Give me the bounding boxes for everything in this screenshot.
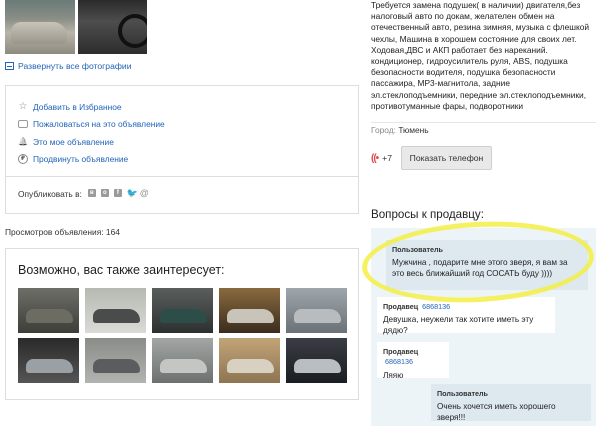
- odnoklassniki-icon[interactable]: о: [100, 189, 109, 197]
- message-text: Девушка, неужели так хотите иметь эту дя…: [383, 315, 534, 335]
- car-photo-exterior[interactable]: [5, 0, 75, 54]
- share-bar: Опубликовать в: в о f 🐦 @: [5, 176, 359, 214]
- my-listing-label: Это мое объявление: [33, 136, 114, 147]
- expand-photos-link[interactable]: Развернуть все фотографии: [5, 61, 132, 71]
- car-photo-interior[interactable]: [77, 0, 147, 54]
- flag-icon: [18, 120, 28, 129]
- message-text: Ляяю: [383, 370, 404, 380]
- phone-icon: ((•: [371, 152, 379, 164]
- similar-car-thumb[interactable]: [286, 338, 347, 383]
- promote-listing-label: Продвинуть объявление: [33, 154, 129, 165]
- listing-description: Требуется замена подушек( в наличии) дви…: [371, 0, 590, 111]
- listing-actions: Добавить в Избранное Пожаловаться на это…: [5, 85, 359, 177]
- chat-message: Пользователь Мужчина , подарите мне этог…: [386, 240, 588, 290]
- add-favorite-label: Добавить в Избранное: [33, 101, 122, 112]
- similar-car-thumb[interactable]: [286, 288, 347, 333]
- add-favorite-link[interactable]: Добавить в Избранное: [18, 98, 358, 116]
- message-author: Пользователь: [392, 245, 443, 254]
- chat-message: Продавец 6868136 Девушка, неужели так хо…: [377, 297, 555, 335]
- vk-icon[interactable]: в: [87, 189, 96, 197]
- questions-thread: Пользователь Мужчина , подарите мне этог…: [371, 228, 596, 426]
- questions-title: Вопросы к продавцу:: [371, 208, 484, 221]
- similar-car-thumb[interactable]: [85, 288, 146, 333]
- expand-photos-label: Развернуть все фотографии: [18, 61, 132, 71]
- similar-car-thumb[interactable]: [219, 338, 280, 383]
- similar-car-thumb[interactable]: [152, 288, 213, 333]
- message-author: Продавец 6868136: [383, 302, 451, 311]
- share-label: Опубликовать в:: [18, 189, 82, 199]
- phone-row: ((• +7 Показать телефон: [371, 146, 492, 170]
- city-value: Тюмень: [398, 125, 429, 135]
- chat-message: Продавец 6868136 Ляяю: [377, 342, 449, 380]
- similar-car-thumb[interactable]: [18, 338, 79, 383]
- similar-car-thumb[interactable]: [85, 338, 146, 383]
- bell-icon: [18, 137, 28, 147]
- show-phone-button[interactable]: Показать телефон: [400, 146, 492, 170]
- phone-prefix: +7: [382, 153, 392, 163]
- similar-car-thumb[interactable]: [152, 338, 213, 383]
- report-listing-link[interactable]: Пожаловаться на это объявление: [18, 116, 358, 134]
- promote-listing-link[interactable]: ₽ Продвинуть объявление: [18, 151, 358, 169]
- seller-id-link[interactable]: 6868136: [422, 302, 450, 311]
- gallery-icon: [5, 62, 14, 70]
- views-count: Просмотров объявления: 164: [5, 227, 120, 237]
- share-icons: в о f 🐦 @: [87, 189, 149, 198]
- message-text: Мужчина , подарите мне этого зверя, я ва…: [392, 258, 568, 278]
- twitter-icon[interactable]: 🐦: [127, 189, 138, 198]
- coin-icon: ₽: [18, 154, 28, 165]
- similar-title: Возможно, вас также заинтересует:: [18, 263, 225, 277]
- my-listing-link[interactable]: Это мое объявление: [18, 133, 358, 151]
- chat-message: Пользователь Очень хочется иметь хорошег…: [431, 384, 591, 422]
- message-author: Пользователь: [437, 389, 488, 398]
- city-row: Город: Тюмень: [371, 125, 429, 135]
- city-label: Город:: [371, 125, 396, 135]
- photo-gallery: [5, 0, 147, 54]
- star-icon: [18, 102, 28, 112]
- similar-car-thumb[interactable]: [219, 288, 280, 333]
- similar-thumbs: [18, 288, 358, 383]
- facebook-icon[interactable]: f: [113, 189, 122, 197]
- report-listing-label: Пожаловаться на это объявление: [33, 119, 165, 130]
- similar-listings: Возможно, вас также заинтересует:: [5, 248, 359, 400]
- divider: [371, 122, 596, 123]
- message-author: Продавец 6868136: [383, 347, 419, 367]
- mail-icon[interactable]: @: [140, 189, 149, 198]
- message-text: Очень хочется иметь хорошего зверя!!!: [437, 402, 556, 422]
- seller-id-link[interactable]: 6868136: [385, 357, 413, 366]
- similar-car-thumb[interactable]: [18, 288, 79, 333]
